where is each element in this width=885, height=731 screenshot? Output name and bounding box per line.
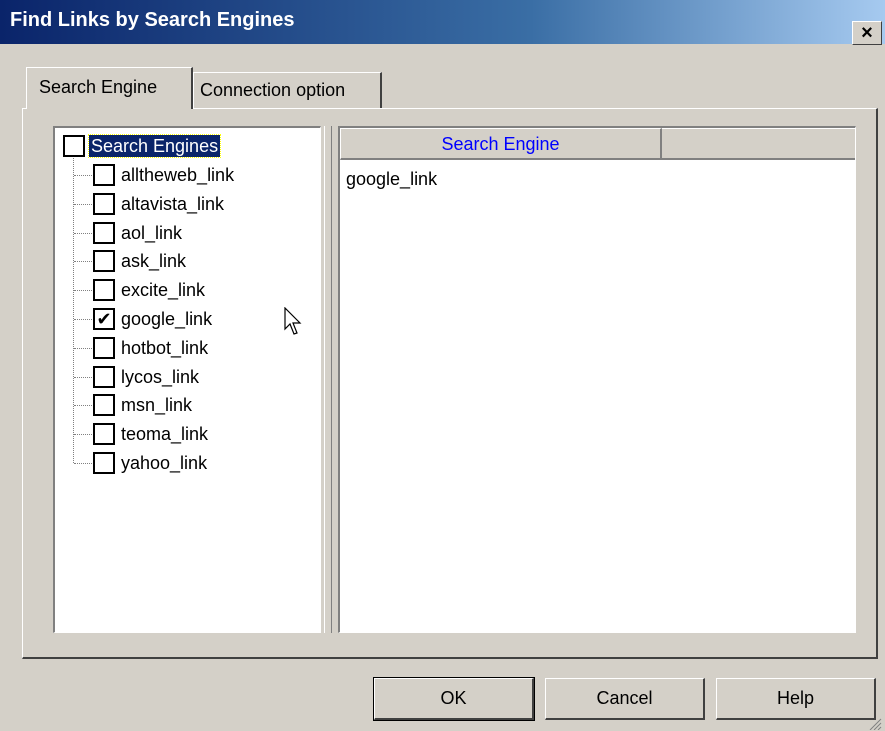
tree-item-checkbox[interactable] (93, 423, 115, 446)
tree-branch-line (74, 405, 92, 407)
cancel-button[interactable]: Cancel (545, 678, 705, 720)
close-button[interactable]: × (852, 21, 882, 45)
tree-item-label[interactable]: ask_link (119, 250, 188, 272)
column-header-search-engine[interactable]: Search Engine (340, 128, 662, 160)
window-title: Find Links by Search Engines (10, 9, 295, 31)
pane-splitter[interactable] (324, 126, 332, 633)
tree-branch-line (74, 290, 92, 292)
tree-item-checkbox[interactable] (93, 394, 115, 417)
check-icon: ✔ (96, 309, 112, 329)
resize-grip-icon[interactable] (868, 718, 882, 730)
tree-item-label[interactable]: hotbot_link (119, 337, 210, 359)
tree-item-checkbox[interactable] (93, 336, 115, 359)
close-icon: × (861, 22, 873, 44)
tree-branch-line (74, 261, 92, 263)
title-bar: Find Links by Search Engines × (0, 0, 885, 45)
tree-item-checkbox[interactable] (93, 192, 115, 215)
arrow-cursor-icon (284, 307, 302, 335)
tree-root-checkbox[interactable] (63, 135, 85, 157)
tree-item-checkbox[interactable]: ✔ (93, 308, 115, 330)
tree-branch-line (74, 376, 92, 378)
tree-item-label[interactable]: altavista_link (119, 193, 226, 215)
tree-branch-line (74, 319, 92, 320)
tree-item-label[interactable]: alltheweb_link (119, 164, 236, 186)
tab-search-engine[interactable]: Search Engine (26, 67, 193, 109)
tree-root-label[interactable]: Search Engines (87, 134, 222, 158)
tree-branch-line (74, 175, 92, 176)
list-item[interactable]: google_link (346, 166, 437, 192)
tab-connection-option[interactable]: Connection option (193, 72, 382, 108)
tree-item-label[interactable]: aol_link (119, 222, 184, 244)
tree-branch-line (74, 232, 92, 234)
tree-item-label[interactable]: lycos_link (119, 366, 201, 388)
search-engine-tree[interactable]: Search Engines alltheweb_link altavista_l… (53, 126, 321, 633)
tree-item-label[interactable]: msn_link (119, 394, 194, 416)
tree-branch-line (74, 347, 92, 349)
tree-item-checkbox[interactable] (93, 365, 115, 388)
tree-item-checkbox[interactable] (93, 164, 115, 186)
selected-engines-list[interactable]: Search Engine google_link (338, 126, 856, 633)
tree-item-checkbox[interactable] (93, 221, 115, 244)
tree-item-label[interactable]: yahoo_link (119, 452, 209, 474)
tree-item-checkbox[interactable] (93, 250, 115, 273)
ok-button[interactable]: OK (373, 677, 535, 721)
tree-branch-line (74, 463, 92, 464)
tree-item-label[interactable]: teoma_link (119, 423, 210, 445)
tree-item-checkbox[interactable] (93, 279, 115, 302)
help-button[interactable]: Help (716, 678, 876, 720)
column-header-filler (662, 128, 855, 160)
tree-branch-line (74, 203, 92, 205)
tree-item-checkbox[interactable] (93, 452, 115, 474)
tree-item-label[interactable]: google_link (119, 308, 214, 330)
tree-branch-line (74, 434, 92, 436)
tree-item-label[interactable]: excite_link (119, 279, 207, 301)
